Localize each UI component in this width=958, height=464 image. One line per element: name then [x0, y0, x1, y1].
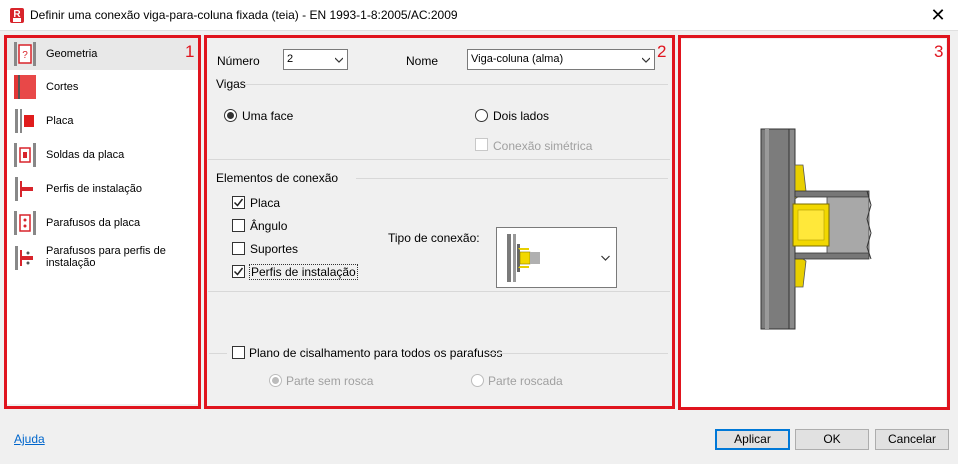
close-icon[interactable]: ✕ [926, 4, 950, 26]
annotation-box-2 [204, 35, 675, 409]
ok-button[interactable]: OK [795, 429, 869, 450]
annotation-number-3: 3 [934, 42, 944, 61]
title-bar: R Definir uma conexão viga-para-coluna f… [0, 0, 958, 31]
app-icon: R [10, 8, 24, 23]
annotation-number-1: 1 [185, 42, 195, 61]
annotation-box-3 [678, 35, 950, 410]
annotation-box-1 [4, 35, 201, 409]
apply-button[interactable]: Aplicar [715, 429, 790, 450]
window-title: Definir uma conexão viga-para-coluna fix… [30, 8, 458, 22]
help-link[interactable]: Ajuda [14, 432, 45, 446]
annotation-number-2: 2 [657, 42, 667, 61]
cancel-button[interactable]: Cancelar [875, 429, 949, 450]
